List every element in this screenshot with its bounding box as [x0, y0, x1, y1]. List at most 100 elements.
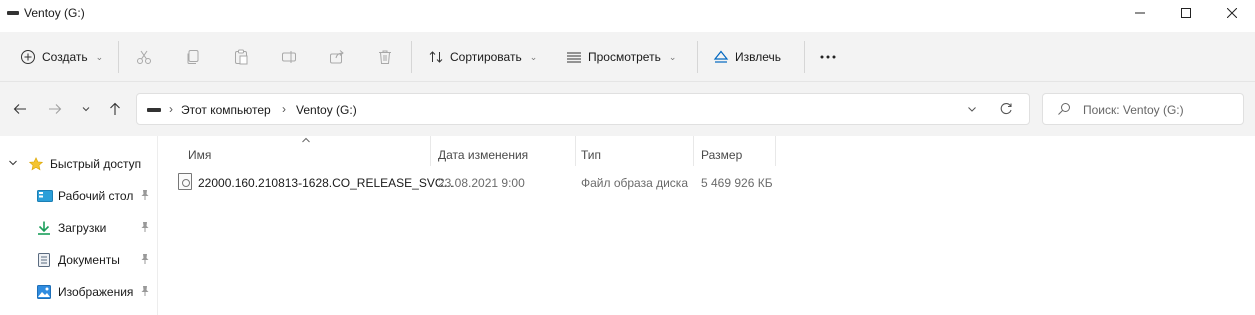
file-list: Имя Дата изменения Тип Размер 22000.160.… — [158, 136, 1255, 315]
sidebar-item-documents[interactable]: Документы — [0, 246, 157, 274]
file-row[interactable]: 22000.160.210813-1628.CO_RELEASE_SVC... … — [174, 170, 774, 194]
pin-icon — [140, 285, 150, 300]
chevron-right-icon: › — [169, 102, 173, 116]
view-icon — [567, 52, 581, 63]
chevron-down-icon: ⌄ — [529, 51, 538, 62]
breadcrumb-this-pc[interactable]: Этот компьютер — [181, 103, 271, 117]
chevron-down-icon[interactable] — [8, 158, 18, 171]
column-header-name[interactable]: Имя — [182, 144, 430, 166]
chevron-right-icon: › — [282, 102, 286, 116]
arrow-right-icon — [49, 104, 62, 114]
arrow-left-icon — [13, 104, 26, 114]
chevron-down-icon — [82, 107, 90, 112]
title-bar: Ventoy (G:) — [0, 0, 1255, 26]
more-options-button[interactable] — [813, 43, 843, 71]
star-icon — [28, 157, 44, 171]
breadcrumb-ventoy[interactable]: Ventoy (G:) — [296, 103, 357, 117]
paste-button[interactable] — [226, 43, 256, 71]
pictures-icon — [37, 285, 51, 299]
view-button[interactable]: Просмотреть ⌄ — [560, 43, 682, 71]
column-header-size[interactable]: Размер — [695, 144, 775, 166]
drive-icon — [147, 108, 161, 112]
share-icon — [330, 50, 344, 64]
documents-icon — [37, 253, 51, 267]
recent-locations-button[interactable] — [74, 97, 98, 121]
trash-icon — [379, 50, 391, 64]
column-divider[interactable] — [775, 136, 776, 166]
drive-icon — [7, 11, 19, 15]
column-divider[interactable] — [430, 136, 431, 166]
sidebar-item-pictures[interactable]: Изображения — [0, 278, 157, 306]
eject-icon — [713, 50, 729, 63]
navigation-pane: Быстрый доступ Рабочий стол Загрузки Док… — [0, 136, 158, 315]
column-header-type[interactable]: Тип — [575, 144, 693, 166]
pin-icon — [140, 189, 150, 204]
plus-circle-icon — [21, 50, 35, 64]
search-icon — [1057, 102, 1071, 119]
copy-icon — [187, 50, 199, 64]
delete-button[interactable] — [370, 43, 400, 71]
cut-button[interactable] — [129, 43, 159, 71]
command-bar: Создать ⌄ Сортировать ⌄ Просмотреть ⌄ Из… — [0, 32, 1255, 82]
sidebar-item-label: Быстрый доступ — [50, 157, 142, 171]
sidebar-item-label: Загрузки — [58, 221, 107, 235]
sidebar-item-desktop[interactable]: Рабочий стол — [0, 182, 157, 210]
navigation-bar: › Этот компьютер › Ventoy (G:) Поиск: Ve… — [0, 82, 1255, 136]
create-button[interactable]: Создать ⌄ — [14, 43, 109, 71]
sidebar-item-label: Изображения — [58, 285, 134, 299]
address-dropdown-button[interactable] — [967, 103, 977, 117]
rename-icon — [282, 51, 296, 63]
arrow-up-icon — [110, 102, 120, 115]
create-label: Создать — [42, 50, 88, 64]
divider — [411, 41, 412, 73]
close-button[interactable] — [1209, 0, 1255, 26]
sidebar-item-label: Документы — [58, 253, 120, 267]
chevron-down-icon — [968, 107, 976, 112]
sidebar-item-downloads[interactable]: Загрузки — [0, 214, 157, 242]
sort-label: Сортировать — [450, 50, 522, 64]
desktop-icon — [37, 189, 53, 203]
minimize-button[interactable] — [1117, 0, 1163, 26]
column-divider[interactable] — [693, 136, 694, 166]
address-bar[interactable]: › Этот компьютер › Ventoy (G:) — [136, 93, 1030, 125]
pin-icon — [140, 221, 150, 236]
copy-button[interactable] — [178, 43, 208, 71]
divider — [804, 41, 805, 73]
view-label: Просмотреть — [588, 50, 661, 64]
download-icon — [37, 221, 51, 235]
sort-button[interactable]: Сортировать ⌄ — [422, 43, 543, 71]
up-button[interactable] — [103, 97, 127, 121]
file-name: 22000.160.210813-1628.CO_RELEASE_SVC... — [198, 176, 454, 190]
sort-icon — [429, 51, 443, 63]
maximize-icon — [1181, 8, 1191, 18]
search-input[interactable]: Поиск: Ventoy (G:) — [1042, 93, 1244, 125]
scissors-icon — [137, 50, 151, 64]
rename-button[interactable] — [274, 43, 304, 71]
window-title: Ventoy (G:) — [24, 6, 85, 20]
maximize-button[interactable] — [1163, 0, 1209, 26]
forward-button[interactable] — [43, 97, 67, 121]
back-button[interactable] — [8, 97, 32, 121]
divider — [697, 41, 698, 73]
file-type: Файл образа диска — [581, 176, 688, 190]
minimize-icon — [1135, 12, 1145, 14]
paste-icon — [235, 49, 248, 65]
file-date-modified: 23.08.2021 9:00 — [438, 176, 525, 190]
chevron-down-icon: ⌄ — [668, 51, 677, 62]
sidebar-item-label: Рабочий стол — [58, 189, 134, 203]
share-button[interactable] — [322, 43, 352, 71]
close-icon — [1227, 8, 1237, 18]
more-icon — [820, 55, 836, 59]
eject-label: Извлечь — [735, 50, 782, 64]
divider — [118, 41, 119, 73]
refresh-button[interactable] — [999, 102, 1013, 119]
column-header-date-modified[interactable]: Дата изменения — [432, 144, 575, 166]
sidebar-item-quick-access[interactable]: Быстрый доступ — [0, 150, 157, 178]
chevron-down-icon: ⌄ — [95, 51, 104, 62]
search-placeholder: Поиск: Ventoy (G:) — [1083, 103, 1184, 117]
eject-button[interactable]: Извлечь — [707, 43, 787, 71]
file-size: 5 469 926 КБ — [701, 176, 773, 190]
disc-image-file-icon — [178, 173, 192, 190]
refresh-icon — [1000, 103, 1012, 115]
pin-icon — [140, 253, 150, 268]
